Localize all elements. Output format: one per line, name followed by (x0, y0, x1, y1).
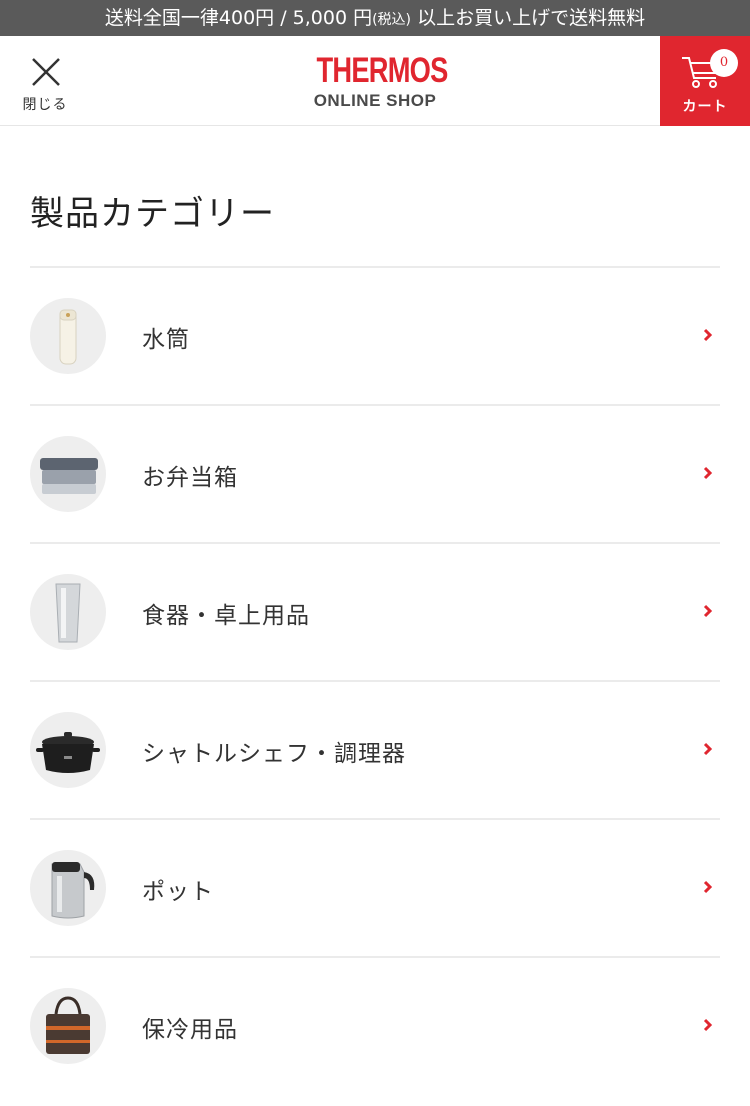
chevron-right-icon (703, 466, 713, 480)
close-icon (32, 58, 60, 86)
water-bottle-icon (30, 298, 106, 374)
site-header: 閉じる THERMOS ONLINE SHOP 0 カート (0, 36, 750, 126)
banner-text-main: 送料全国一律400円 / 5,000 円 (104, 7, 373, 29)
category-item-water-bottle[interactable]: 水筒 (30, 266, 720, 404)
carafe-icon (30, 850, 106, 926)
category-item-shuttle-chef[interactable]: シャトルシェフ・調理器 (30, 680, 720, 818)
category-label: 水筒 (142, 327, 190, 353)
category-list: 水筒 お弁当箱 食器・卓上用品 シャトルシェフ・調理器 ポット 保冷用品 (30, 266, 720, 1094)
category-label: お弁当箱 (142, 465, 238, 491)
page-title: 製品カテゴリー (30, 194, 275, 234)
chevron-right-icon (703, 1018, 713, 1032)
category-label: ポット (142, 879, 214, 905)
cart-label: カート (682, 99, 728, 115)
banner-text-free: 以上お買い上げで送料無料 (411, 7, 646, 29)
chevron-right-icon (703, 742, 713, 756)
cart-button[interactable]: 0 カート (660, 36, 750, 126)
category-item-lunch-box[interactable]: お弁当箱 (30, 404, 720, 542)
shipping-banner: 送料全国一律400円 / 5,000 円(税込) 以上お買い上げで送料無料 (0, 0, 750, 36)
cooler-bag-icon (30, 988, 106, 1064)
category-label: シャトルシェフ・調理器 (142, 741, 406, 767)
lunch-box-icon (30, 436, 106, 512)
tumbler-icon (30, 574, 106, 650)
logo-subtitle: ONLINE SHOP (313, 91, 437, 110)
cooking-pot-icon (30, 712, 106, 788)
category-item-cooler[interactable]: 保冷用品 (30, 956, 720, 1094)
category-item-tableware[interactable]: 食器・卓上用品 (30, 542, 720, 680)
chevron-right-icon (703, 880, 713, 894)
category-label: 食器・卓上用品 (142, 603, 310, 629)
category-item-pot[interactable]: ポット (30, 818, 720, 956)
chevron-right-icon (703, 328, 713, 342)
banner-text-tax: (税込) (372, 12, 412, 28)
chevron-right-icon (703, 604, 713, 618)
logo-wordmark: THERMOS (316, 51, 449, 90)
close-menu-button[interactable]: 閉じる (10, 36, 80, 126)
close-label: 閉じる (22, 97, 68, 113)
thermos-logo[interactable]: THERMOS ONLINE SHOP (300, 52, 450, 114)
category-label: 保冷用品 (142, 1017, 238, 1043)
cart-count-badge: 0 (710, 49, 738, 77)
